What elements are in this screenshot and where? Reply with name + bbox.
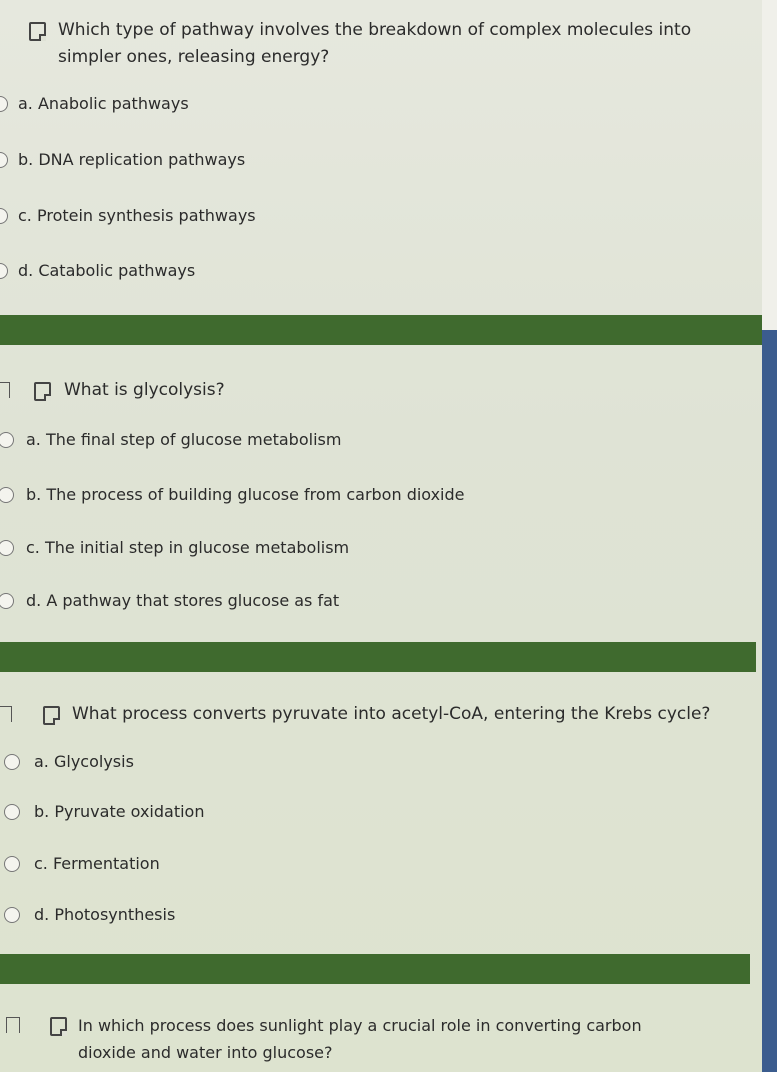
radio-q3-a[interactable] <box>4 754 20 770</box>
option-q2-c[interactable]: c. The initial step in glucose metabolis… <box>26 538 349 557</box>
bookmark-icon[interactable] <box>0 382 10 398</box>
radio-q2-a[interactable] <box>0 432 14 448</box>
option-q2-a[interactable]: a. The final step of glucose metabolism <box>26 430 341 449</box>
option-q1-c[interactable]: c. Protein synthesis pathways <box>18 206 256 225</box>
option-q1-a[interactable]: a. Anabolic pathways <box>18 94 189 113</box>
quiz-page: Which type of pathway involves the break… <box>0 0 764 1072</box>
option-q3-a[interactable]: a. Glycolysis <box>34 752 134 771</box>
bookmark-icon[interactable] <box>6 1017 20 1033</box>
option-q1-d[interactable]: d. Catabolic pathways <box>18 261 195 280</box>
flag-question-icon[interactable] <box>29 22 46 41</box>
question-4-line-2: dioxide and water into glucose? <box>78 1043 333 1062</box>
radio-q2-b[interactable] <box>0 487 14 503</box>
radio-q3-b[interactable] <box>4 804 20 820</box>
flag-question-icon[interactable] <box>43 706 60 725</box>
flag-question-icon[interactable] <box>50 1017 67 1036</box>
section-divider <box>0 954 750 984</box>
section-divider <box>0 315 764 345</box>
option-q2-b[interactable]: b. The process of building glucose from … <box>26 485 465 504</box>
radio-q1-b[interactable] <box>0 152 8 168</box>
section-divider <box>0 642 756 672</box>
question-1-line-1: Which type of pathway involves the break… <box>58 20 692 40</box>
question-2-text: What is glycolysis? <box>64 380 225 400</box>
scrollbar[interactable] <box>762 330 777 1072</box>
radio-q3-d[interactable] <box>4 907 20 923</box>
question-4-text: In which process does sunlight play a cr… <box>78 1012 642 1066</box>
question-3-text: What process converts pyruvate into acet… <box>72 704 711 724</box>
radio-q3-c[interactable] <box>4 856 20 872</box>
radio-q1-a[interactable] <box>0 96 8 112</box>
bookmark-icon[interactable] <box>0 706 12 722</box>
option-q2-d[interactable]: d. A pathway that stores glucose as fat <box>26 591 339 610</box>
option-q3-d[interactable]: d. Photosynthesis <box>34 905 175 924</box>
radio-q1-c[interactable] <box>0 208 8 224</box>
question-1-line-2: simpler ones, releasing energy? <box>58 47 330 67</box>
question-4-line-1: In which process does sunlight play a cr… <box>78 1016 642 1035</box>
question-1-text: Which type of pathway involves the break… <box>58 17 691 71</box>
option-q3-b[interactable]: b. Pyruvate oxidation <box>34 802 204 821</box>
radio-q1-d[interactable] <box>0 263 8 279</box>
radio-q2-c[interactable] <box>0 540 14 556</box>
option-q3-c[interactable]: c. Fermentation <box>34 854 160 873</box>
option-q1-b[interactable]: b. DNA replication pathways <box>18 150 245 169</box>
radio-q2-d[interactable] <box>0 593 14 609</box>
flag-question-icon[interactable] <box>34 382 51 401</box>
